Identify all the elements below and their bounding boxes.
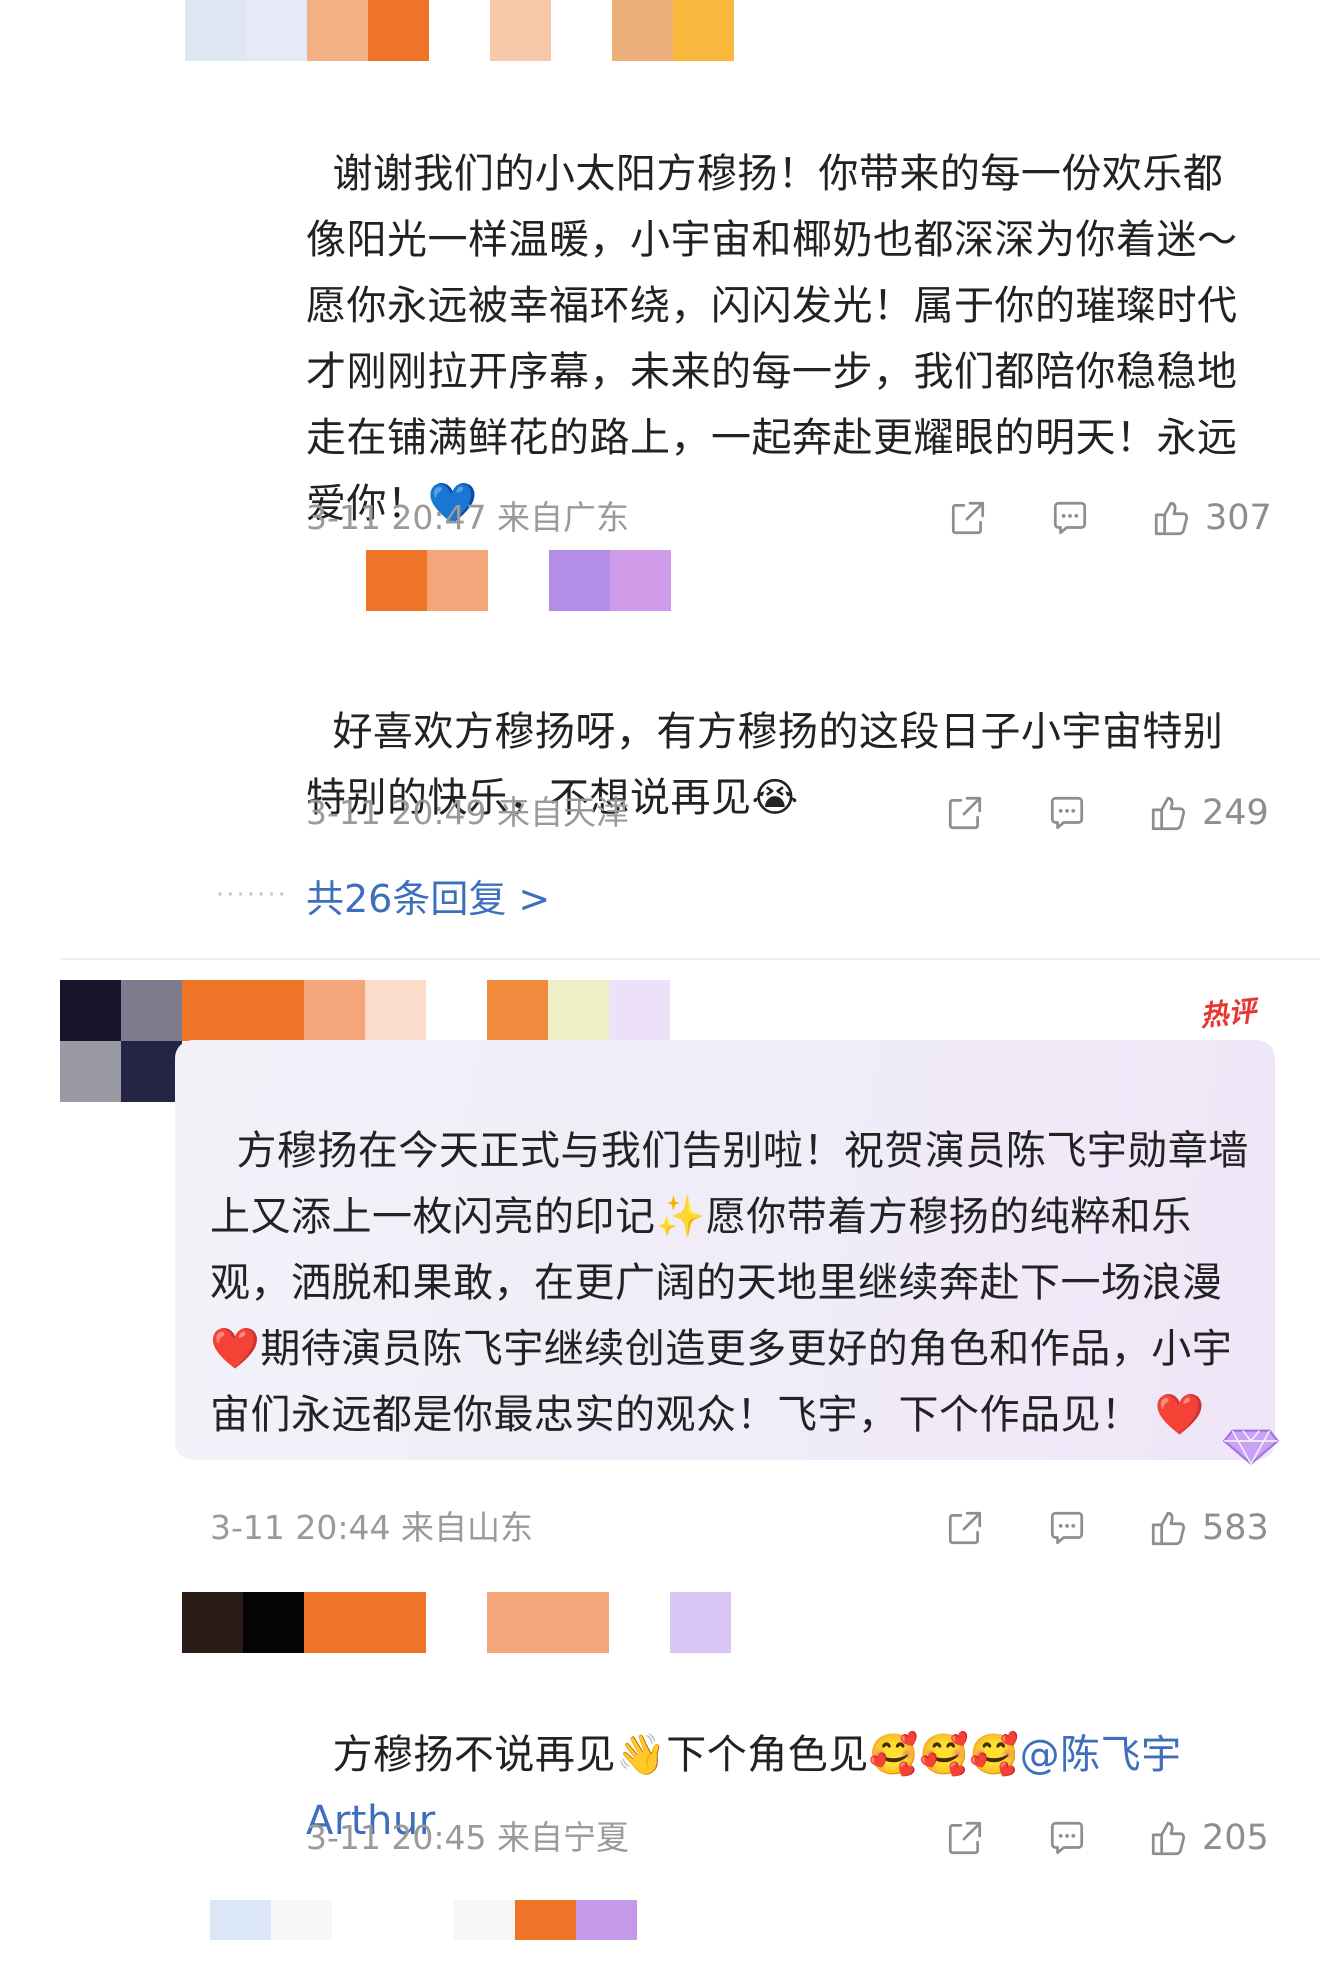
comment-icon[interactable] [1044, 791, 1090, 835]
avatar-pixelated[interactable] [60, 980, 182, 1102]
red-heart-icon: ❤️ [210, 1326, 261, 1372]
comment-meta: 3-11 20:49 来自天津 [306, 793, 629, 832]
username-pixelated [366, 550, 671, 611]
waving-hand-icon: 👋 [615, 1732, 667, 1778]
username-pixelated [185, 0, 734, 61]
comment-icon[interactable] [1044, 1506, 1090, 1550]
like-count: 307 [1205, 498, 1272, 538]
more-replies-link[interactable]: 共26条回复 > [306, 877, 550, 921]
like-icon[interactable] [1149, 496, 1195, 540]
diamond-badge-icon [1222, 1429, 1280, 1466]
comment-actions: 583 [942, 1506, 1269, 1550]
comment-meta: 3-11 20:44 来自山东 [210, 1508, 533, 1547]
crying-face-icon: 😭 [751, 775, 799, 821]
like-count: 249 [1202, 793, 1269, 833]
share-icon[interactable] [942, 1506, 988, 1550]
share-icon[interactable] [942, 1816, 988, 1860]
comment-icon[interactable] [1044, 1816, 1090, 1860]
comment-meta: 3-11 20:47 来自广东 [306, 498, 629, 537]
like-icon[interactable] [1146, 791, 1192, 835]
like-count: 205 [1202, 1818, 1269, 1858]
red-heart-icon: ❤️ [1154, 1392, 1206, 1438]
divider [60, 958, 1320, 960]
share-icon[interactable] [942, 791, 988, 835]
more-dots: ······· [216, 880, 288, 910]
comment-actions: 205 [942, 1816, 1269, 1860]
comment-icon[interactable] [1047, 496, 1093, 540]
comment-actions: 249 [942, 791, 1269, 835]
like-icon[interactable] [1146, 1816, 1192, 1860]
username-pixelated [182, 980, 670, 1041]
comment-text: 方穆扬在今天正式与我们告别啦！祝贺演员陈飞宇勋章墙上又添上一枚闪亮的印记✨愿你带… [210, 1128, 1249, 1438]
smiling-hearts-icon: 🥰🥰🥰 [868, 1732, 1020, 1778]
comment-actions: 307 [945, 496, 1272, 540]
share-icon[interactable] [945, 496, 991, 540]
username-pixelated [182, 1592, 731, 1653]
username-pixelated [210, 1900, 637, 1940]
hot-badge: 热评 [1198, 994, 1258, 1033]
like-count: 583 [1202, 1508, 1269, 1548]
sparkles-icon: ✨ [655, 1194, 706, 1240]
comment-text: 谢谢我们的小太阳方穆扬！你带来的每一份欢乐都像阳光一样温暖，小宇宙和椰奶也都深深… [306, 151, 1238, 527]
comment-meta: 3-11 20:45 来自宁夏 [306, 1818, 629, 1857]
like-icon[interactable] [1146, 1506, 1192, 1550]
